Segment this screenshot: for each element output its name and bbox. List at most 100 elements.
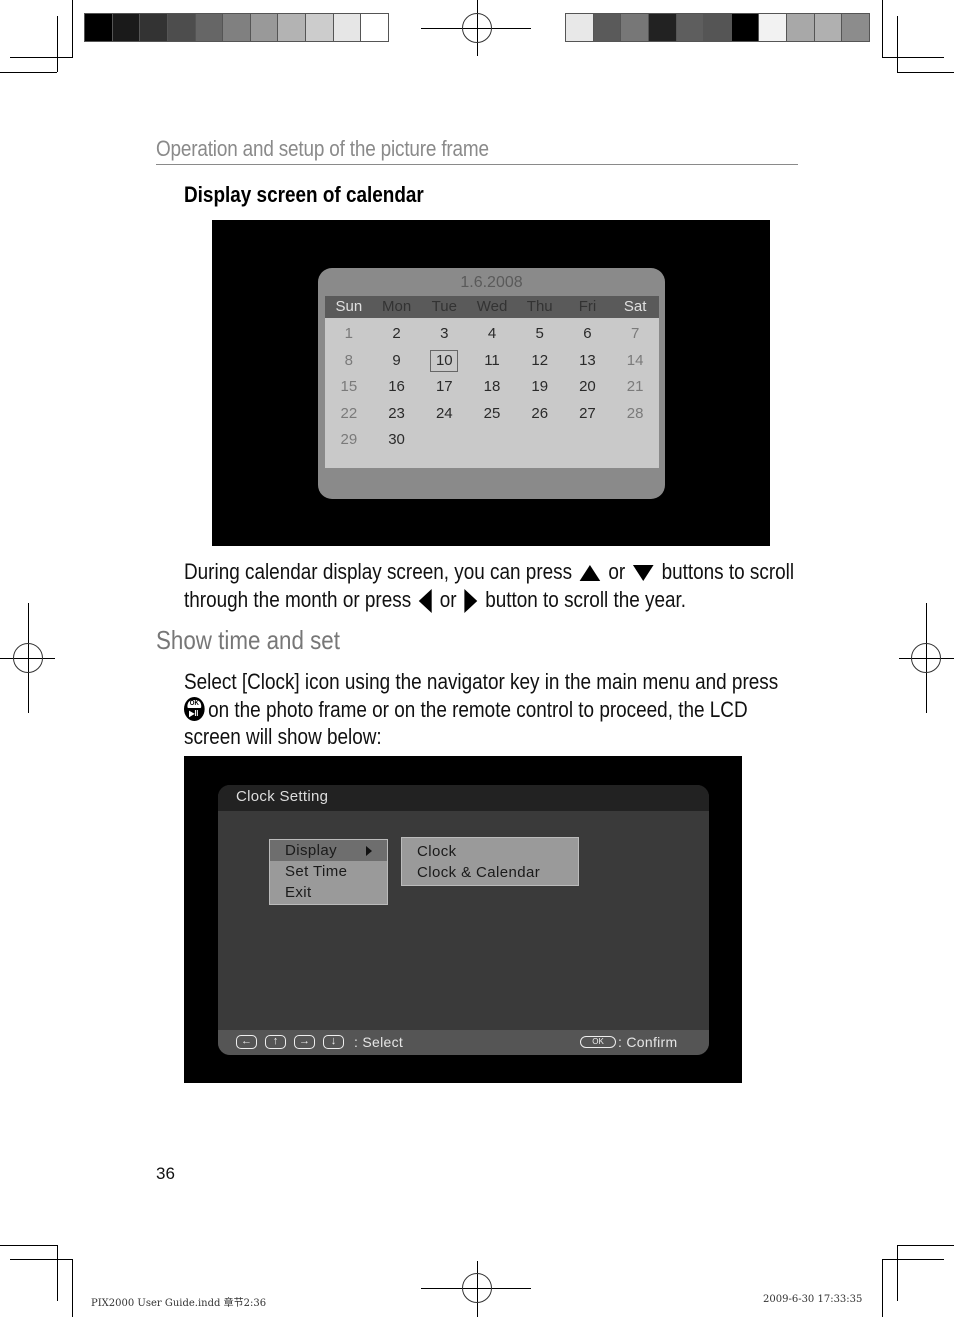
instruction-text: or xyxy=(439,587,457,612)
color-swatch xyxy=(814,14,842,41)
color-swatch xyxy=(167,14,195,41)
right-key-icon: → xyxy=(294,1035,315,1049)
clock-setting-footer: ← ↑ → ↓ : Select OK : Confirm xyxy=(218,1030,709,1055)
color-swatch xyxy=(195,14,223,41)
clock-setting-title: Clock Setting xyxy=(236,788,329,805)
instruction-text: buttons to scroll xyxy=(661,559,795,584)
crop-mark xyxy=(72,1259,73,1317)
menu-item-label: Clock xyxy=(417,843,457,860)
grayscale-swatch-bar-left xyxy=(84,13,389,42)
crop-mark xyxy=(0,72,57,73)
weekday-label: Thu xyxy=(526,298,553,315)
calendar-day[interactable]: 26 xyxy=(516,401,564,428)
calendar-day[interactable]: 3 xyxy=(420,321,468,348)
clock-setting-screen: Clock Setting Display Set Time Exit Cloc… xyxy=(184,756,742,1083)
color-swatch xyxy=(112,14,140,41)
crop-mark xyxy=(897,16,898,72)
grayscale-swatch-bar-right xyxy=(565,13,870,42)
color-swatch xyxy=(787,14,814,41)
calendar-day[interactable]: 1 xyxy=(325,321,373,348)
color-swatch xyxy=(842,14,870,41)
calendar-body: 1 2 3 4 5 6 7 8 9 10 11 12 13 14 15 16 17 18 19 20 21 22 23 24 2… xyxy=(325,318,659,468)
calendar-empty-cell xyxy=(611,427,659,454)
color-swatch xyxy=(250,14,278,41)
calendar-empty-cell xyxy=(420,427,468,454)
instruction-text: or xyxy=(608,559,626,584)
weekday-label: Sat xyxy=(623,298,647,315)
calendar-day[interactable]: 27 xyxy=(564,401,612,428)
calendar-section-heading: Display screen of calendar xyxy=(184,182,424,207)
calendar-day[interactable]: 9 xyxy=(373,348,421,375)
calendar-day[interactable]: 29 xyxy=(325,427,373,454)
calendar-panel: 1.6.2008 Sun Mon Tue Wed Thu Fri Sat 123456789… xyxy=(318,268,665,499)
calendar-day[interactable]: 6 xyxy=(564,321,612,348)
color-swatch xyxy=(621,14,648,41)
calendar-day[interactable]: 12 xyxy=(516,348,564,375)
calendar-day[interactable]: 23 xyxy=(373,401,421,428)
calendar-instructions-line-1: During calendar display screen, you can … xyxy=(184,558,794,586)
calendar-day[interactable]: 25 xyxy=(468,401,516,428)
color-swatch xyxy=(704,14,731,41)
color-swatch xyxy=(333,14,361,41)
weekday-label: Tue xyxy=(431,298,457,315)
menu-item-display[interactable]: Display xyxy=(270,840,387,861)
menu-item-set-time[interactable]: Set Time xyxy=(270,861,387,882)
select-hint: : Select xyxy=(354,1034,404,1050)
submenu-item-clock-calendar[interactable]: Clock & Calendar xyxy=(402,862,578,883)
calendar-empty-cell xyxy=(468,427,516,454)
calendar-day[interactable]: 11 xyxy=(468,348,516,375)
crop-mark xyxy=(57,16,58,72)
crop-mark xyxy=(882,57,944,58)
weekday-label: Wed xyxy=(476,298,508,315)
calendar-day[interactable]: 15 xyxy=(325,374,373,401)
calendar-day[interactable]: 16 xyxy=(373,374,421,401)
calendar-day[interactable]: 13 xyxy=(564,348,612,375)
submenu-arrow-icon xyxy=(366,846,372,856)
clock-main-menu: Display Set Time Exit xyxy=(269,839,388,905)
submenu-item-clock[interactable]: Clock xyxy=(402,841,578,862)
calendar-day[interactable]: 2 xyxy=(373,321,421,348)
calendar-empty-cell xyxy=(564,427,612,454)
calendar-day[interactable]: 8 xyxy=(325,348,373,375)
calendar-day[interactable]: 19 xyxy=(516,374,564,401)
calendar-day[interactable]: 24 xyxy=(420,401,468,428)
color-swatch xyxy=(731,14,759,41)
calendar-day[interactable]: 30 xyxy=(373,427,421,454)
crop-mark xyxy=(72,0,73,58)
calendar-day[interactable]: 4 xyxy=(468,321,516,348)
calendar-day[interactable]: 17 xyxy=(420,374,468,401)
color-swatch xyxy=(306,14,333,41)
running-header: Operation and setup of the picture frame xyxy=(156,136,489,161)
play-pause-icon-label: ▶II xyxy=(189,709,199,718)
color-swatch xyxy=(676,14,704,41)
crop-mark xyxy=(882,0,883,58)
slug-filename: PIX2000 User Guide.indd 章节2:36 xyxy=(91,1298,267,1309)
calendar-empty-cell xyxy=(516,427,564,454)
menu-item-exit[interactable]: Exit xyxy=(270,882,387,903)
color-swatch xyxy=(278,14,306,41)
calendar-day[interactable]: 18 xyxy=(468,374,516,401)
calendar-instructions-line-2: through the month or press or button to … xyxy=(184,586,686,614)
calendar-day[interactable]: 20 xyxy=(564,374,612,401)
calendar-day[interactable]: 10 xyxy=(428,348,460,375)
calendar-day[interactable]: 7 xyxy=(611,321,659,348)
calendar-day[interactable]: 22 xyxy=(325,401,373,428)
color-swatch xyxy=(85,14,112,41)
ok-play-button-icon: OK ▶II xyxy=(184,697,205,721)
calendar-day[interactable]: 28 xyxy=(611,401,659,428)
calendar-day[interactable]: 14 xyxy=(611,348,659,375)
crop-mark xyxy=(57,1245,58,1301)
calendar-grid: 1 2 3 4 5 6 7 8 9 10 11 12 13 14 15 16 17 18 19 20 21 22 23 24 2… xyxy=(325,321,659,454)
up-arrow-icon xyxy=(579,565,601,582)
color-swatch xyxy=(648,14,676,41)
up-key-icon: ↑ xyxy=(265,1035,286,1049)
color-swatch xyxy=(566,14,593,41)
color-swatch xyxy=(361,14,389,41)
menu-item-label: Exit xyxy=(285,884,312,901)
menu-item-label: Set Time xyxy=(285,863,348,880)
instruction-text: on the photo frame or on the remote cont… xyxy=(208,697,748,722)
calendar-day[interactable]: 5 xyxy=(516,321,564,348)
weekday-label: Fri xyxy=(578,298,597,315)
calendar-screen: 1.6.2008 Sun Mon Tue Wed Thu Fri Sat 123456789… xyxy=(212,220,770,546)
calendar-day[interactable]: 21 xyxy=(611,374,659,401)
